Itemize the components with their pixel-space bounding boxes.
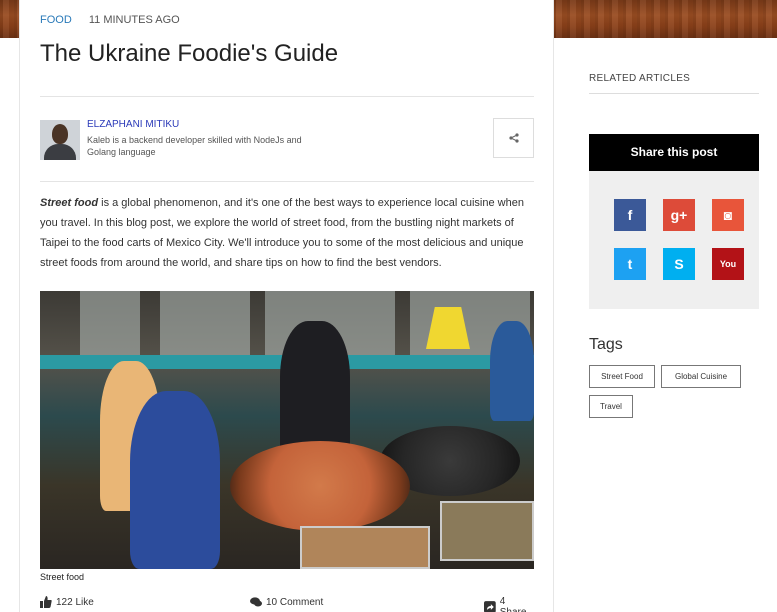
article-title: The Ukraine Foodie's Guide	[40, 40, 339, 67]
tag-street-food[interactable]: Street Food	[589, 365, 655, 388]
article-intro: Street food is a global phenomenon, and …	[40, 193, 540, 273]
share-icon	[508, 133, 519, 143]
divider	[40, 96, 534, 97]
share-button[interactable]	[493, 118, 534, 158]
intro-lead: Street food	[40, 197, 99, 209]
divider	[40, 181, 534, 182]
share-panel-title: Share this post	[589, 134, 759, 171]
skype-button[interactable]: S	[663, 248, 695, 280]
google-plus-icon: g+	[670, 207, 688, 223]
header-banner-left	[0, 0, 20, 38]
comment-count: 10 Comment	[266, 596, 324, 608]
share-panel: Share this post f g+ ◙ t S You	[589, 134, 759, 309]
article-card: FOOD 11 MINUTES AGO The Ukraine Foodie's…	[19, 0, 554, 612]
comment-button[interactable]: 10 Comment	[250, 596, 323, 608]
intro-text: is a global phenomenon, and it's one of …	[40, 197, 524, 269]
instagram-icon: ◙	[723, 207, 733, 223]
share-square-icon	[484, 601, 496, 612]
related-articles-heading: RELATED ARTICLES	[589, 73, 691, 84]
share-count-button[interactable]: 4 Share	[484, 596, 534, 612]
author-avatar[interactable]	[40, 120, 80, 160]
youtube-icon: You	[719, 259, 737, 269]
twitter-icon: t	[627, 256, 633, 272]
author-bio: Kaleb is a backend developer skilled wit…	[87, 135, 302, 157]
like-button[interactable]: 122 Like	[40, 596, 94, 608]
category-link[interactable]: FOOD	[40, 14, 72, 26]
article-meta: FOOD 11 MINUTES AGO	[40, 14, 180, 26]
comments-icon	[250, 597, 262, 607]
google-plus-button[interactable]: g+	[663, 199, 695, 231]
thumbs-up-icon	[40, 596, 52, 608]
instagram-button[interactable]: ◙	[712, 199, 744, 231]
article-image	[40, 291, 534, 569]
skype-icon: S	[674, 256, 684, 272]
header-banner-right	[553, 0, 777, 38]
share-count: 4 Share	[499, 596, 527, 612]
author-name[interactable]: ELZAPHANI MITIKU	[87, 119, 179, 130]
divider	[589, 93, 759, 94]
youtube-button[interactable]: You	[712, 248, 744, 280]
facebook-icon: f	[627, 207, 633, 223]
article-stats: 122 Like 10 Comment 4 Share	[40, 596, 534, 612]
tags-heading: Tags	[589, 336, 623, 353]
twitter-button[interactable]: t	[614, 248, 646, 280]
like-count: 122 Like	[56, 596, 94, 608]
facebook-button[interactable]: f	[614, 199, 646, 231]
image-caption: Street food	[40, 572, 85, 582]
author-block: ELZAPHANI MITIKU Kaleb is a backend deve…	[40, 118, 534, 164]
tag-travel[interactable]: Travel	[589, 395, 633, 418]
post-time: 11 MINUTES AGO	[88, 14, 180, 26]
tag-global-cuisine[interactable]: Global Cuisine	[661, 365, 741, 388]
